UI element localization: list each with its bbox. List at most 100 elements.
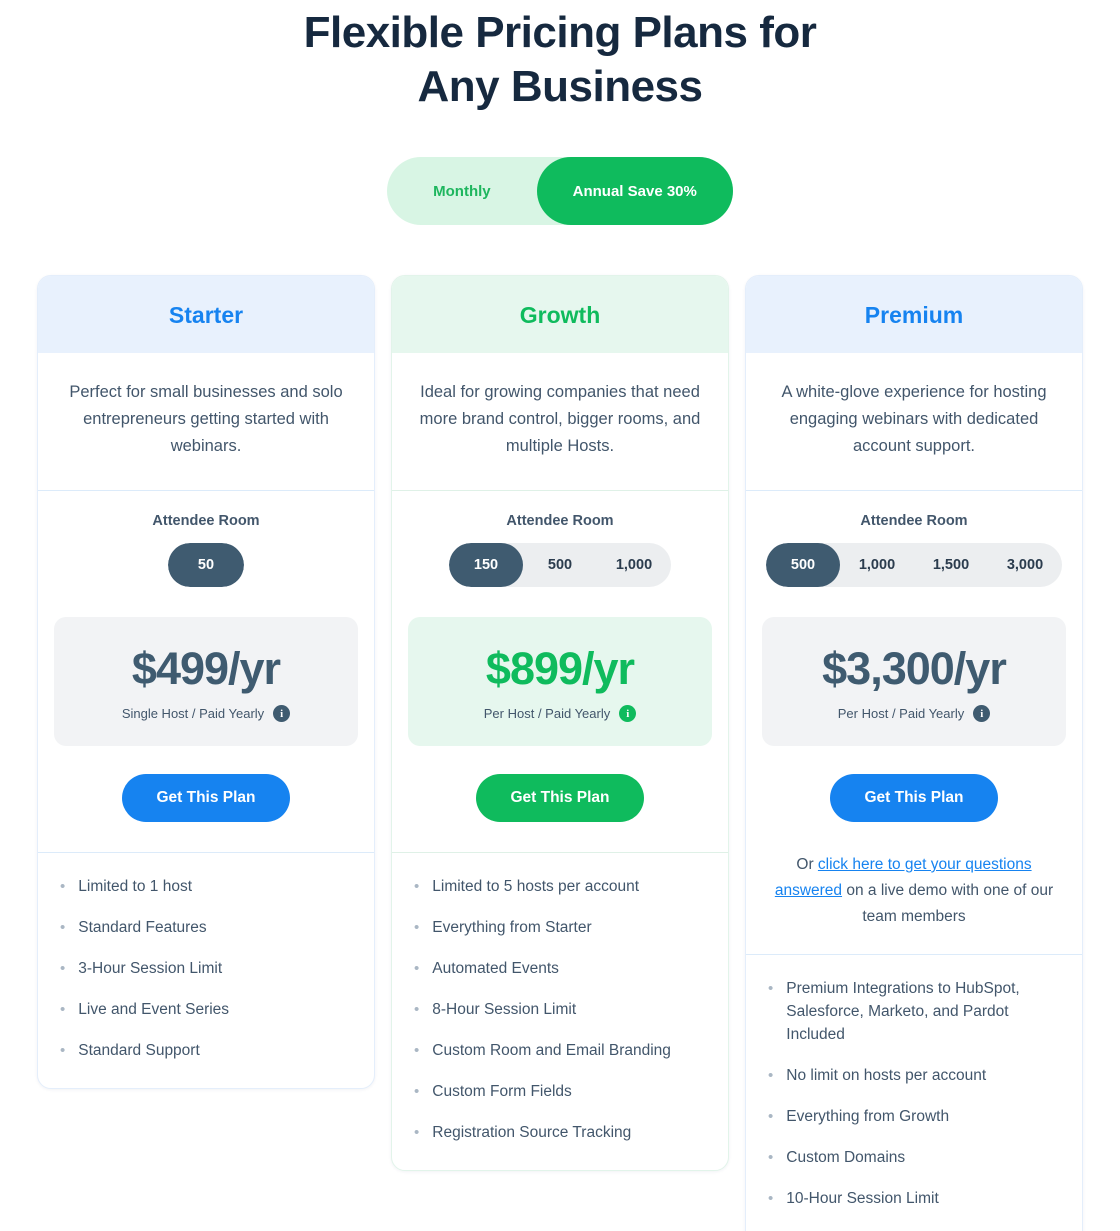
bullet-icon: • (414, 919, 420, 936)
demo-note-suffix: on a live demo with one of our team memb… (842, 882, 1054, 925)
attendee-room-options-growth[interactable]: 150 500 1,000 (449, 543, 671, 587)
price-note-text-premium: Per Host / Paid Yearly (837, 706, 965, 721)
bullet-icon: • (768, 980, 774, 997)
attendee-room-section-starter: Attendee Room 50 (38, 491, 374, 587)
info-icon[interactable]: i (619, 705, 637, 722)
price-amount-growth: $899/yr (485, 643, 635, 694)
room-option-500[interactable]: 500 (766, 543, 840, 587)
list-item: • Everything from Growth (768, 1105, 1060, 1128)
feature-text: 3-Hour Session Limit (78, 960, 223, 977)
billing-toggle[interactable]: Monthly Annual Save 30% (387, 157, 733, 225)
feature-text: Live and Event Series (78, 1001, 230, 1018)
pricing-card-growth: Growth Ideal for growing companies that … (391, 275, 729, 1171)
pricing-card-starter: Starter Perfect for small businesses and… (37, 275, 375, 1089)
price-note-premium: Per Host / Paid Yearly i (772, 705, 1056, 722)
cta-wrap-starter: Get This Plan (38, 746, 374, 852)
feature-text: Custom Room and Email Branding (432, 1042, 671, 1059)
feature-text: Registration Source Tracking (432, 1124, 632, 1141)
price-box-premium: $3,300/yr Per Host / Paid Yearly i (762, 617, 1066, 746)
list-item: • 3-Hour Session Limit (60, 957, 352, 980)
room-option-50[interactable]: 50 (168, 543, 244, 587)
billing-toggle-container: Monthly Annual Save 30% (0, 157, 1120, 225)
feature-text: Premium Integrations to HubSpot, Salesfo… (786, 980, 1020, 1043)
attendee-room-label-growth: Attendee Room (506, 513, 614, 529)
list-item: • Registration Source Tracking (414, 1121, 706, 1144)
attendee-room-options-starter[interactable]: 50 (168, 543, 244, 587)
cta-wrap-premium: Get This Plan (746, 746, 1082, 852)
list-item: • Standard Support (60, 1039, 352, 1062)
room-option-3000[interactable]: 3,000 (988, 543, 1062, 587)
demo-note-prefix: Or (796, 856, 818, 873)
price-amount-starter: $499/yr (131, 643, 281, 694)
attendee-room-label-premium: Attendee Room (860, 513, 968, 529)
price-box-growth: $899/yr Per Host / Paid Yearly i (408, 617, 712, 746)
feature-text: Custom Domains (786, 1149, 906, 1166)
toggle-option-annual[interactable]: Annual Save 30% (536, 157, 733, 225)
list-item: • Limited to 1 host (60, 875, 352, 898)
plan-name-growth: Growth (392, 276, 728, 353)
feature-text: Limited to 1 host (78, 878, 192, 895)
bullet-icon: • (768, 1108, 774, 1125)
feature-text: Standard Features (78, 919, 207, 936)
bullet-icon: • (768, 1067, 774, 1084)
list-item: • No limit on hosts per account (768, 1064, 1060, 1087)
plan-name-premium: Premium (746, 276, 1082, 353)
bullet-icon: • (414, 1124, 420, 1141)
plan-description-growth: Ideal for growing companies that need mo… (419, 383, 701, 455)
room-option-500[interactable]: 500 (523, 543, 597, 587)
bullet-icon: • (414, 1083, 420, 1100)
list-item: • Automated Events (414, 957, 706, 980)
get-this-plan-button-premium[interactable]: Get This Plan (830, 774, 998, 822)
list-item: • 10-Hour Session Limit (768, 1187, 1060, 1210)
attendee-room-section-premium: Attendee Room 500 1,000 1,500 3,000 (746, 491, 1082, 587)
page-title: Flexible Pricing Plans for Any Business (240, 0, 880, 114)
feature-text: No limit on hosts per account (786, 1067, 987, 1084)
room-option-1000[interactable]: 1,000 (597, 543, 671, 587)
feature-text: Custom Form Fields (432, 1083, 572, 1100)
feature-list-premium: • Premium Integrations to HubSpot, Sales… (746, 955, 1082, 1231)
pricing-card-premium: Premium A white-glove experience for hos… (745, 275, 1083, 1231)
feature-text: Limited to 5 hosts per account (432, 878, 640, 895)
get-this-plan-button-growth[interactable]: Get This Plan (476, 774, 644, 822)
list-item: • Custom Form Fields (414, 1080, 706, 1103)
page-title-line-1: Flexible Pricing Plans for (303, 8, 817, 57)
room-option-1000[interactable]: 1,000 (840, 543, 914, 587)
info-icon[interactable]: i (273, 705, 291, 722)
attendee-room-label-starter: Attendee Room (152, 513, 260, 529)
bullet-icon: • (60, 878, 66, 895)
bullet-icon: • (60, 1001, 66, 1018)
bullet-icon: • (60, 1042, 66, 1059)
price-note-growth: Per Host / Paid Yearly i (418, 705, 702, 722)
bullet-icon: • (414, 960, 420, 977)
attendee-room-options-premium[interactable]: 500 1,000 1,500 3,000 (766, 543, 1062, 587)
feature-list-growth: • Limited to 5 hosts per account • Every… (392, 853, 728, 1170)
bullet-icon: • (414, 1042, 420, 1059)
list-item: • Custom Domains (768, 1146, 1060, 1169)
feature-text: Everything from Starter (432, 919, 592, 936)
bullet-icon: • (414, 878, 420, 895)
plan-description-starter: Perfect for small businesses and solo en… (69, 383, 343, 455)
info-icon[interactable]: i (973, 705, 991, 722)
list-item: • Custom Room and Email Branding (414, 1039, 706, 1062)
room-option-150[interactable]: 150 (449, 543, 523, 587)
price-note-text-growth: Per Host / Paid Yearly (483, 706, 611, 721)
list-item: • 8-Hour Session Limit (414, 998, 706, 1021)
list-item: • Standard Features (60, 916, 352, 939)
page-title-line-2: Any Business (417, 62, 703, 111)
feature-list-starter: • Limited to 1 host • Standard Features … (38, 853, 374, 1088)
attendee-room-section-growth: Attendee Room 150 500 1,000 (392, 491, 728, 587)
toggle-option-monthly[interactable]: Monthly (387, 157, 537, 225)
price-box-starter: $499/yr Single Host / Paid Yearly i (54, 617, 358, 746)
list-item: • Limited to 5 hosts per account (414, 875, 706, 898)
feature-text: Everything from Growth (786, 1108, 950, 1125)
price-amount-premium: $3,300/yr (822, 643, 1007, 694)
feature-text: 8-Hour Session Limit (432, 1001, 577, 1018)
room-option-1500[interactable]: 1,500 (914, 543, 988, 587)
bullet-icon: • (60, 960, 66, 977)
bullet-icon: • (768, 1190, 774, 1207)
get-this-plan-button-starter[interactable]: Get This Plan (122, 774, 290, 822)
feature-text: Automated Events (432, 960, 559, 977)
demo-note: Or click here to get your questions answ… (746, 852, 1082, 954)
price-note-starter: Single Host / Paid Yearly i (64, 705, 348, 722)
feature-text: 10-Hour Session Limit (786, 1190, 939, 1207)
